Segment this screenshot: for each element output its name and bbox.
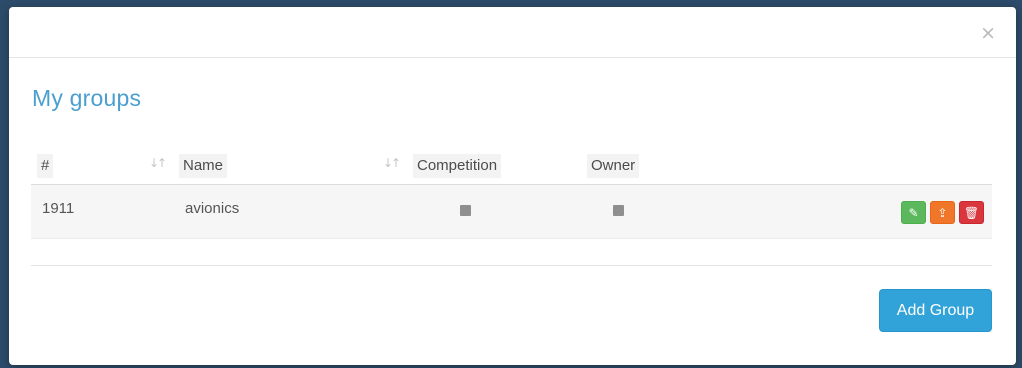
sort-icon[interactable]: ↓↑	[149, 156, 167, 170]
add-group-button[interactable]: Add Group	[879, 289, 992, 332]
column-header-owner: Owner	[587, 154, 640, 178]
modal-title: My groups	[32, 85, 142, 111]
column-header-id[interactable]: #	[37, 154, 54, 178]
column-header-competition: Competition	[413, 154, 502, 178]
group-id: 1911	[42, 200, 75, 217]
owner-checkbox	[613, 205, 624, 216]
export-button[interactable]: ⇪	[930, 201, 955, 224]
modal-header: ×	[9, 7, 1016, 58]
column-header-name[interactable]: Name	[179, 154, 228, 178]
groups-table: # ↓↑ Name ↓↑ Competition Owner 1911 avio…	[31, 148, 992, 239]
table-row: 1911 avionics ✎ ⇪ 🗑	[31, 185, 992, 239]
row-actions: ✎ ⇪ 🗑	[901, 201, 984, 224]
trash-icon: 🗑	[963, 205, 980, 220]
competition-checkbox	[460, 205, 471, 216]
groups-modal: × My groups # ↓↑ Name ↓↑ Competition Own…	[9, 7, 1016, 365]
sort-icon[interactable]: ↓↑	[383, 156, 401, 170]
footer-divider	[31, 265, 992, 266]
group-name: avionics	[185, 200, 240, 217]
delete-button[interactable]: 🗑	[959, 201, 984, 224]
close-icon[interactable]: ×	[980, 23, 996, 43]
edit-button[interactable]: ✎	[901, 201, 926, 224]
edit-icon: ✎	[908, 205, 919, 220]
export-icon: ⇪	[937, 205, 948, 220]
table-header: # ↓↑ Name ↓↑ Competition Owner	[31, 148, 992, 185]
